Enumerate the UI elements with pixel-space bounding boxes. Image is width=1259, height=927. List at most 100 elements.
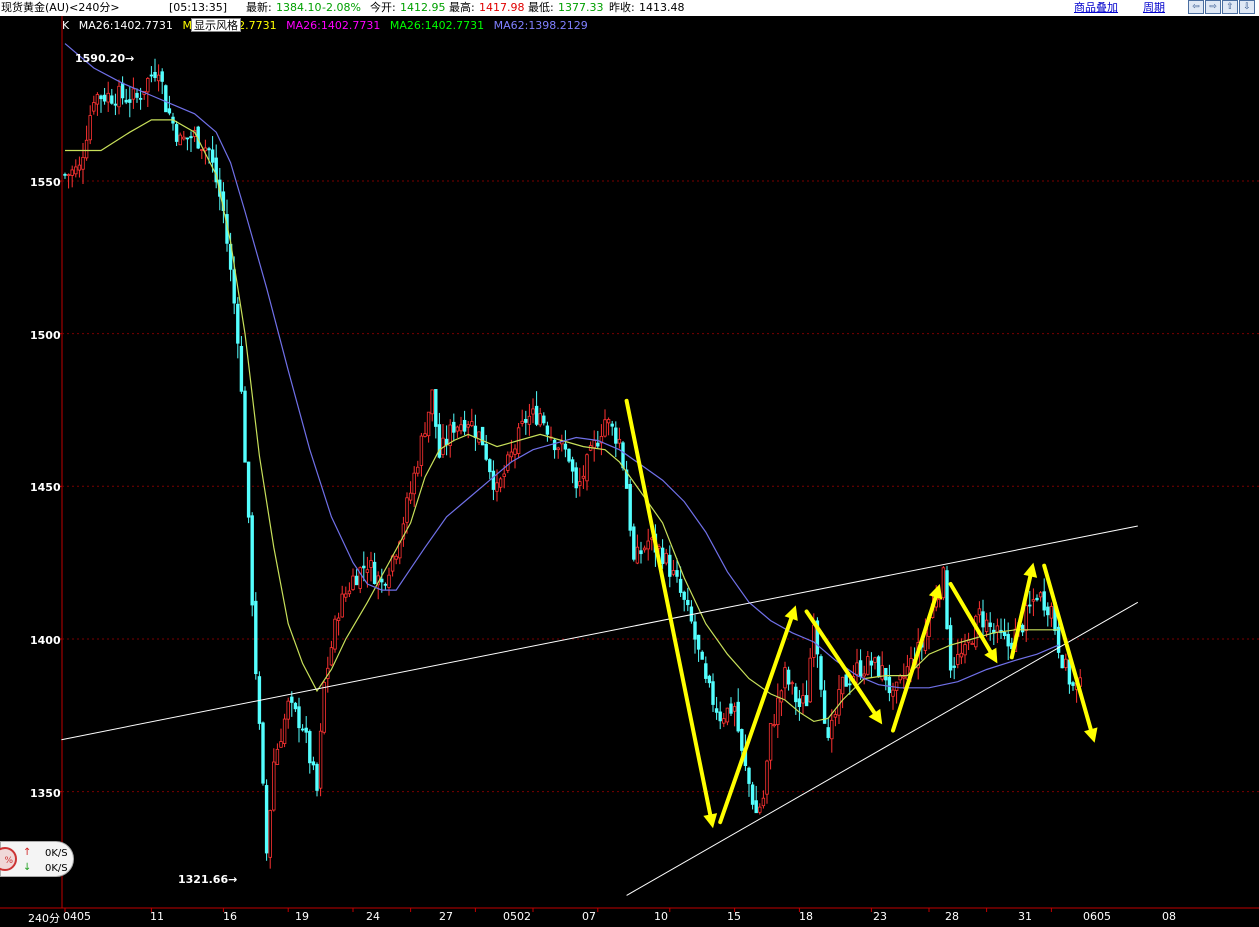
candle-body <box>351 575 355 590</box>
yellow-arrow-head <box>1084 727 1098 743</box>
x-tick-label: 31 <box>1018 910 1032 923</box>
y-tick-label: 1500 <box>30 329 61 342</box>
x-tick-label: 0605 <box>1083 910 1111 923</box>
candle-body <box>941 567 946 599</box>
candle-body <box>272 761 276 811</box>
candle-body <box>1038 592 1043 598</box>
candle-body <box>92 102 96 112</box>
candle-body <box>959 652 964 658</box>
trendline <box>626 601 1139 896</box>
candle-body <box>862 673 866 677</box>
display-style-button[interactable]: 显示风格 <box>191 18 241 32</box>
candle-body <box>509 451 514 458</box>
quote-bar: 现货黄金(AU)<240分> [05:13:35] 最新: 1384.10 -2… <box>0 0 1259 16</box>
candle-body <box>545 425 550 435</box>
candle-body <box>506 454 510 471</box>
candle-body <box>106 92 110 103</box>
candle-body <box>858 660 863 678</box>
candle-body <box>117 85 121 108</box>
candle-body <box>740 729 744 751</box>
candle-body <box>405 497 409 523</box>
nav-up-icon[interactable]: ⇧ <box>1222 0 1238 14</box>
candle-body <box>970 643 974 645</box>
candle-body <box>794 686 798 703</box>
candle-body <box>632 526 636 560</box>
candle-body <box>963 644 967 656</box>
candle-body <box>614 427 618 444</box>
candle-body <box>754 800 758 814</box>
candle-body <box>797 698 802 707</box>
candle-body <box>981 611 985 628</box>
nav-right-icon[interactable]: ⇨ <box>1205 0 1221 14</box>
candle-body <box>110 95 114 104</box>
candle-body <box>329 647 334 666</box>
candle-body <box>74 166 78 175</box>
candle-body <box>682 591 686 600</box>
low-label: 最低: <box>528 1 554 14</box>
ma-legend-item-1: MA26:1402.7731 <box>78 19 173 32</box>
x-tick-label: 28 <box>945 910 959 923</box>
ma62-line <box>64 43 1059 689</box>
candle-body <box>383 583 388 586</box>
prev-close-value: 1413.48 <box>639 1 685 14</box>
candle-body <box>254 600 258 675</box>
candle-body <box>459 424 463 432</box>
candle-body <box>887 676 892 694</box>
candle-body <box>63 173 67 176</box>
candle-body <box>534 405 539 425</box>
candle-body <box>300 728 305 731</box>
nav-left-icon[interactable]: ⇦ <box>1188 0 1204 14</box>
candle-body <box>149 74 154 77</box>
candle-body <box>693 621 697 640</box>
overlay-link[interactable]: 商品叠加 <box>1074 0 1118 16</box>
nav-down-icon[interactable]: ⇩ <box>1239 0 1255 14</box>
candle-body <box>362 565 366 569</box>
candle-body <box>840 676 845 695</box>
candle-body <box>1060 654 1064 669</box>
period-link[interactable]: 周期 <box>1143 0 1165 16</box>
k-label: K <box>62 19 70 32</box>
candle-body <box>484 443 488 460</box>
percent-ring-icon: % <box>0 847 17 871</box>
candle-body <box>1006 633 1010 647</box>
candle-body <box>336 617 341 621</box>
candle-body <box>502 473 506 477</box>
candle-body <box>430 389 434 415</box>
candle-body <box>833 714 838 718</box>
x-tick-label: 0405 <box>63 910 91 923</box>
candle-body <box>758 806 762 813</box>
candle-body <box>70 169 74 176</box>
candle-body <box>696 634 701 650</box>
candle-body <box>556 447 560 450</box>
candle-body <box>412 472 416 495</box>
candle-body <box>210 149 215 163</box>
candle-body <box>527 415 532 425</box>
x-tick-label: 16 <box>223 910 237 923</box>
candle-body <box>1049 606 1054 619</box>
candle-body <box>894 681 899 691</box>
x-tick-label: 11 <box>150 910 164 923</box>
x-tick-label: 15 <box>727 910 741 923</box>
candle-body <box>1020 624 1025 633</box>
candle-body <box>387 574 391 588</box>
instrument-title: 现货黄金(AU)<240分> <box>1 1 120 14</box>
x-tick-label: 08 <box>1162 910 1176 923</box>
candle-body <box>790 682 794 685</box>
candle-body <box>423 433 427 437</box>
x-tick-label: 24 <box>366 910 380 923</box>
candle-body <box>1028 604 1032 607</box>
download-speed: 0K/S <box>45 863 68 874</box>
candle-body <box>293 702 298 710</box>
kline-chart[interactable] <box>0 16 1259 927</box>
yellow-arrow-line <box>891 595 938 733</box>
candle-body <box>246 461 251 518</box>
candle-body <box>873 657 877 663</box>
candle-body <box>315 763 319 791</box>
candle-body <box>200 149 204 151</box>
candle-body <box>837 689 841 716</box>
candle-body <box>174 124 179 142</box>
candle-body <box>617 438 622 444</box>
candle-body <box>552 439 557 451</box>
candle-body <box>801 695 805 704</box>
candle-body <box>675 570 679 577</box>
